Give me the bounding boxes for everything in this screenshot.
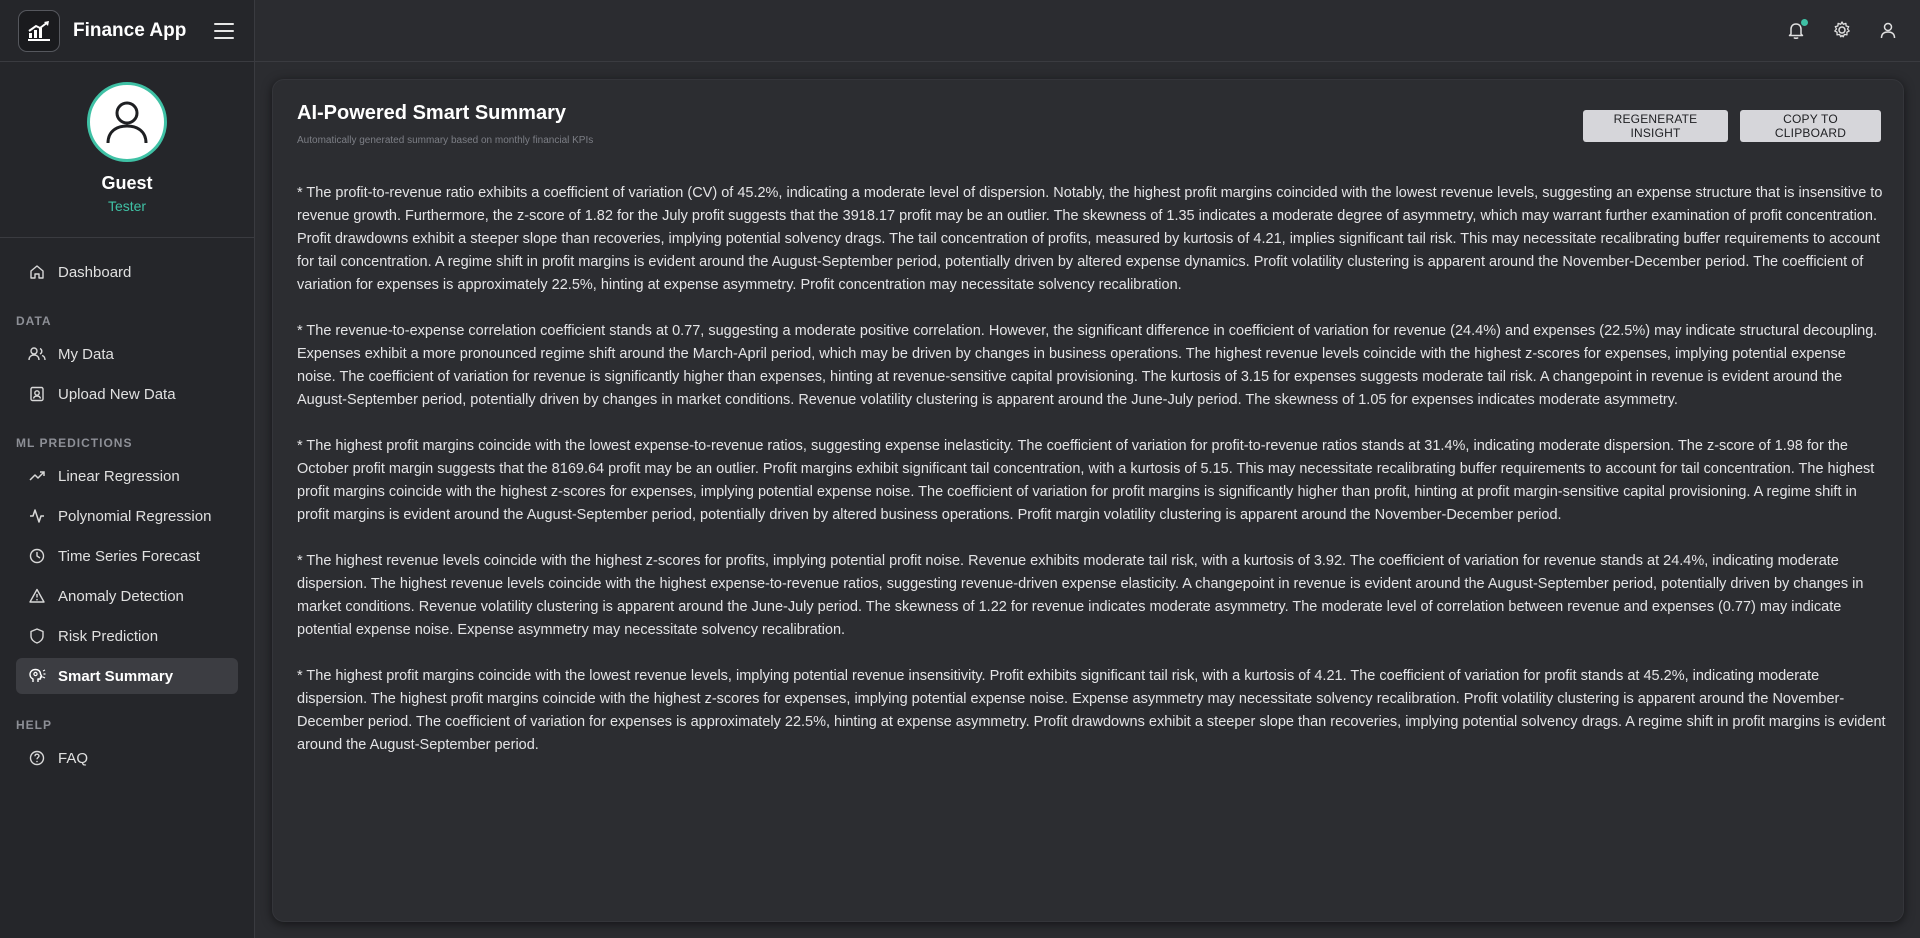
sidebar-item-label: Upload New Data (58, 385, 176, 403)
sidebar-item-label: Polynomial Regression (58, 507, 212, 525)
sidebar: Finance App Guest Tester Dashboard DATA … (0, 0, 255, 938)
avatar[interactable] (87, 82, 167, 162)
section-data-title: DATA (16, 314, 52, 328)
sidebar-item-dashboard[interactable]: Dashboard (16, 254, 238, 290)
sidebar-item-label: Smart Summary (58, 667, 174, 685)
page-title: AI-Powered Smart Summary (297, 102, 566, 124)
sidebar-nav: Dashboard DATA My Data Upload New Data M… (0, 238, 254, 776)
sidebar-item-polynomial-regression[interactable]: Polynomial Regression (16, 498, 238, 534)
trend-up-icon (28, 467, 46, 485)
brand-header: Finance App (0, 0, 254, 62)
help-circle-icon (28, 749, 46, 767)
sidebar-item-time-series-forecast[interactable]: Time Series Forecast (16, 538, 238, 574)
sidebar-item-my-data[interactable]: My Data (16, 336, 238, 372)
notification-dot (1801, 19, 1808, 26)
sidebar-item-label: FAQ (58, 749, 89, 767)
summary-paragraph: * The revenue-to-expense correlation coe… (297, 323, 1878, 408)
gear-icon[interactable] (1832, 20, 1854, 42)
summary-paragraph: * The highest profit margins coincide wi… (297, 438, 1875, 523)
sidebar-item-upload-new-data[interactable]: Upload New Data (16, 376, 238, 412)
top-bar (255, 0, 1920, 62)
sidebar-item-label: Dashboard (58, 263, 132, 281)
summary-paragraph: * The highest revenue levels coincide wi… (297, 553, 1864, 638)
summary-paragraph: * The highest profit margins coincide wi… (297, 668, 1886, 753)
user-icon[interactable] (1878, 20, 1900, 42)
user-name: Guest (101, 173, 153, 193)
smart-summary-card: AI-Powered Smart Summary Automatically g… (272, 79, 1904, 922)
brain-icon (28, 667, 46, 685)
user-avatar-icon (106, 101, 148, 144)
sidebar-item-label: Time Series Forecast (58, 547, 200, 565)
section-help-title: HELP (16, 718, 53, 732)
summary-paragraph: * The profit-to-revenue ratio exhibits a… (297, 185, 1883, 293)
sidebar-item-smart-summary[interactable]: Smart Summary (16, 658, 238, 694)
hamburger-menu-icon[interactable] (214, 22, 234, 39)
activity-icon (28, 507, 46, 525)
app-title: Finance App (73, 19, 187, 41)
sidebar-item-risk-prediction[interactable]: Risk Prediction (16, 618, 238, 654)
sidebar-item-faq[interactable]: FAQ (16, 740, 238, 776)
sidebar-item-anomaly-detection[interactable]: Anomaly Detection (16, 578, 238, 614)
home-icon (28, 263, 46, 281)
contact-card-icon (28, 385, 46, 403)
users-icon (28, 345, 46, 363)
user-role: Tester (107, 198, 147, 214)
user-profile: Guest Tester (0, 62, 254, 238)
sidebar-item-label: Risk Prediction (58, 627, 159, 645)
summary-text: * The profit-to-revenue ratio exhibits a… (297, 182, 1887, 780)
copy-to-clipboard-button[interactable]: COPY TO CLIPBOARD (1740, 110, 1881, 142)
bell-icon[interactable] (1786, 19, 1808, 42)
app-logo-icon[interactable] (18, 9, 60, 52)
regenerate-insight-button[interactable]: REGENERATE INSIGHT (1583, 110, 1728, 142)
warning-icon (28, 587, 46, 605)
page-subtitle: Automatically generated summary based on… (297, 135, 594, 146)
shield-icon (28, 627, 46, 645)
sidebar-item-linear-regression[interactable]: Linear Regression (16, 458, 238, 494)
sidebar-item-label: My Data (58, 345, 114, 363)
section-ml-predictions-title: ML PREDICTIONS (16, 436, 133, 450)
sidebar-item-label: Linear Regression (58, 467, 180, 485)
sidebar-item-label: Anomaly Detection (58, 587, 184, 605)
clock-icon (28, 547, 46, 565)
